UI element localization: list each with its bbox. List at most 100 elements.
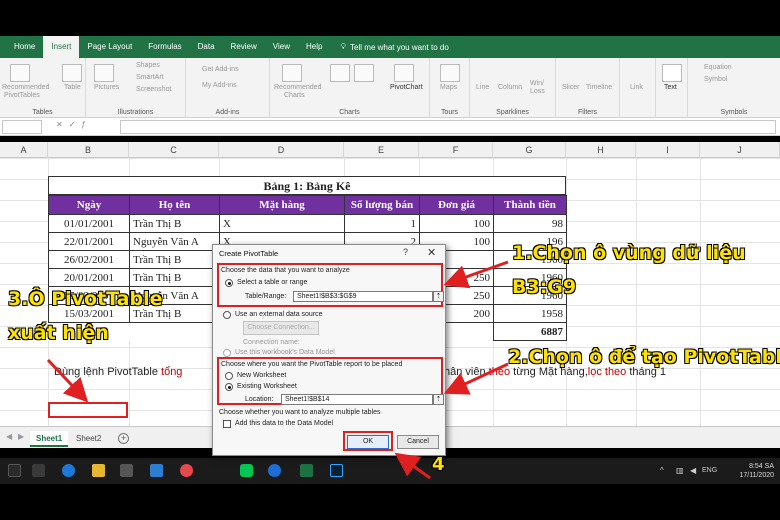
cell[interactable]: X [219, 214, 345, 233]
smartart-button[interactable]: SmartArt [136, 74, 164, 81]
tab-data[interactable]: Data [190, 36, 223, 58]
search-icon[interactable] [8, 464, 21, 477]
column-header-c[interactable]: C [129, 142, 219, 158]
cell[interactable]: 22/01/2001 [48, 232, 130, 251]
cell[interactable]: 20/01/2001 [48, 268, 130, 287]
language-indicator[interactable]: ENG [702, 467, 717, 474]
new-worksheet-label[interactable]: New Worksheet [237, 372, 286, 379]
column-header-b[interactable]: B [48, 142, 129, 158]
cell[interactable] [130, 323, 220, 341]
sheet-nav-right-icon[interactable]: ▶ [18, 432, 24, 441]
total-cell[interactable]: 6887 [493, 322, 567, 341]
photoshop-icon[interactable] [330, 464, 343, 477]
select-range-radio[interactable] [225, 279, 233, 287]
cell[interactable]: Trần Thị B [129, 250, 220, 269]
choose-connection-button[interactable]: Choose Connection... [243, 321, 319, 335]
pivotchart-icon[interactable] [394, 64, 414, 82]
column-header-e[interactable]: E [344, 142, 419, 158]
text-box-icon[interactable] [662, 64, 682, 82]
tab-home[interactable]: Home [6, 36, 43, 58]
column-header-g[interactable]: G [493, 142, 566, 158]
sheet-tab-sheet1[interactable]: Sheet1 [30, 431, 69, 447]
column-header-h[interactable]: H [566, 142, 636, 158]
link-button[interactable]: Link [630, 84, 643, 91]
pivottable-location-cell[interactable] [48, 402, 128, 418]
volume-icon[interactable]: ◀︎ [690, 466, 696, 475]
add-data-model-checkbox[interactable] [223, 420, 231, 428]
my-addins-button[interactable]: My Add-ins [202, 82, 237, 89]
column-header-a[interactable]: A [0, 142, 48, 158]
header-date[interactable]: Ngày [48, 195, 130, 215]
header-name[interactable]: Họ tên [129, 195, 220, 215]
line-app-icon[interactable] [240, 464, 253, 477]
sparkline-line-button[interactable]: Line [476, 84, 489, 91]
data-model-radio[interactable] [223, 349, 231, 357]
table-title[interactable]: Bảng 1: Bảng Kê [48, 176, 566, 195]
tray-chevron-icon[interactable]: ^ [660, 466, 664, 475]
screenshot-button[interactable]: Screenshot [136, 86, 171, 93]
timeline-button[interactable]: Timeline [586, 84, 612, 91]
header-amount[interactable]: Thành tiền [493, 195, 567, 215]
cell[interactable]: Nguyễn Văn A [129, 232, 220, 251]
new-worksheet-radio[interactable] [225, 372, 233, 380]
tab-view[interactable]: View [265, 36, 298, 58]
add-data-model-label[interactable]: Add this data to the Data Model [235, 420, 333, 427]
close-icon[interactable]: ✕ [427, 246, 436, 259]
external-source-label[interactable]: Use an external data source [235, 311, 323, 318]
get-addins-button[interactable]: Get Add-ins [202, 66, 239, 73]
cell[interactable]: 1 [344, 214, 420, 233]
recommended-charts-icon[interactable] [282, 64, 302, 82]
shapes-button[interactable]: Shapes [136, 62, 160, 69]
external-source-radio[interactable] [223, 311, 231, 319]
symbol-button[interactable]: Symbol [704, 76, 727, 83]
existing-worksheet-label[interactable]: Existing Worksheet [237, 383, 297, 390]
sheet-nav-left-icon[interactable]: ◀ [6, 432, 12, 441]
file-explorer-icon[interactable] [92, 464, 105, 477]
table-range-input[interactable]: Sheet1!$B$3:$G$9 [293, 291, 433, 302]
column-header-d[interactable]: D [219, 142, 344, 158]
cancel-button[interactable]: Cancel [397, 435, 439, 449]
cell[interactable]: 98 [493, 214, 567, 233]
cell[interactable]: 26/02/2001 [48, 250, 130, 269]
column-header-i[interactable]: I [636, 142, 700, 158]
add-sheet-icon[interactable]: + [118, 433, 129, 444]
name-box[interactable] [2, 120, 42, 134]
slicer-button[interactable]: Slicer [562, 84, 580, 91]
select-range-label[interactable]: Select a table or range [237, 279, 307, 286]
sparkline-winloss-label-1[interactable]: Win/ [530, 80, 544, 87]
tab-help[interactable]: Help [298, 36, 330, 58]
table-icon[interactable] [62, 64, 82, 82]
network-icon[interactable]: ▥ [676, 466, 684, 475]
tab-page-layout[interactable]: Page Layout [79, 36, 140, 58]
pivottable-icon[interactable] [10, 64, 30, 82]
cell[interactable]: 100 [419, 214, 494, 233]
task-view-icon[interactable] [32, 464, 45, 477]
ok-button[interactable]: OK [347, 435, 389, 449]
column-header-f[interactable]: F [419, 142, 493, 158]
equation-button[interactable]: Equation [704, 64, 732, 71]
cell[interactable]: Trần Thị B [129, 214, 220, 233]
clock[interactable]: 8:54 SA 17/11/2020 [739, 462, 774, 480]
chart-types-icon[interactable] [330, 64, 350, 82]
column-header-j[interactable]: J [700, 142, 780, 158]
zalo-icon[interactable] [268, 464, 281, 477]
header-quantity[interactable]: Số lượng bán [344, 195, 420, 215]
location-input[interactable]: Sheet1!$B$14 [281, 394, 433, 405]
sparkline-column-button[interactable]: Column [498, 84, 522, 91]
tab-insert[interactable]: Insert [43, 36, 80, 58]
tab-formulas[interactable]: Formulas [140, 36, 189, 58]
store-icon[interactable] [120, 464, 133, 477]
tell-me-box[interactable]: 💡︎ Tell me what you want to do [340, 42, 448, 52]
tab-review[interactable]: Review [223, 36, 265, 58]
data-model-label[interactable]: Use this workbook's Data Model [235, 349, 335, 356]
cell[interactable]: 01/01/2001 [48, 214, 130, 233]
excel-icon[interactable] [300, 464, 313, 477]
range-picker-icon[interactable]: ⇡ [433, 291, 444, 302]
sheet-tab-sheet2[interactable]: Sheet2 [70, 431, 107, 447]
location-picker-icon[interactable]: ⇡ [433, 394, 444, 405]
mail-icon[interactable] [150, 464, 163, 477]
chart-types-icon-2[interactable] [354, 64, 374, 82]
edge-icon[interactable] [62, 464, 75, 477]
header-unit-price[interactable]: Đơn giá [419, 195, 494, 215]
chrome-icon[interactable] [180, 464, 193, 477]
